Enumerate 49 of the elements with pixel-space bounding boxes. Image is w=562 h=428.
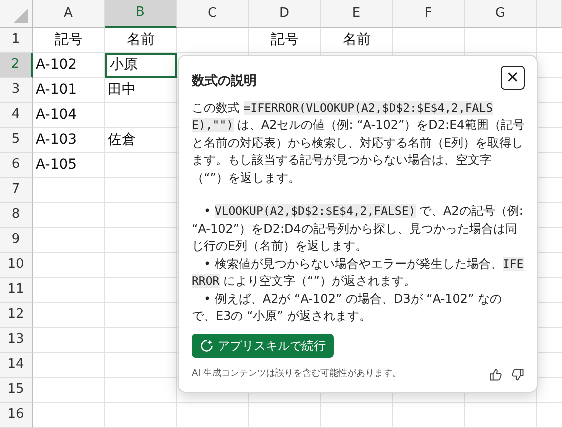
row-header[interactable]: 12 (0, 303, 33, 328)
thumbs-down-icon[interactable] (511, 368, 525, 382)
row-header[interactable]: 13 (0, 328, 33, 353)
table-cell-text: 名前 (126, 31, 156, 50)
column-header[interactable]: E (321, 0, 393, 28)
row-header[interactable]: 14 (0, 353, 33, 378)
table-cell-text: A-102 (35, 56, 78, 75)
table-cell-text: A-105 (35, 156, 78, 175)
select-all-corner[interactable] (0, 0, 33, 28)
paragraph: この数式 =IFERROR(VLOOKUP(A2,$D$2:$E$4,2,FALSE),"") は、A2セルの値（例: “A-102”）をD2:E4範囲（記号と名前の対応表）から検索し、対応する名前（E列）を取得します。もし該当する記号が見つからない場合は、空文字（“”）を返します。 (192, 100, 525, 186)
row-header[interactable]: 4 (0, 103, 33, 128)
column-header[interactable] (537, 0, 562, 28)
bullet-text: • 例えば、A2が “A-102” の場合、D3が “A-102” なので、E3の “小原” が返されます。 (192, 290, 504, 325)
disclaimer-text: AI 生成コンテンツは誤りを含む可能性があります。 (192, 368, 402, 381)
row-header[interactable]: 15 (0, 378, 33, 403)
close-button[interactable]: ✕ (501, 66, 525, 90)
bullet-text: • 検索値が見つからない場合やエラーが発生した場合、IFERROR により空文字（“”）が返されます。 (192, 256, 525, 290)
table-cell-text: 記号 (270, 31, 300, 50)
column-header[interactable]: G (465, 0, 537, 28)
continue-button[interactable]: アプリスキルで続行 (192, 334, 334, 358)
row-header[interactable]: 8 (0, 203, 33, 228)
row-header[interactable]: 9 (0, 228, 33, 253)
table-cell-text: A-104 (35, 106, 78, 125)
column-header[interactable]: C (177, 0, 249, 28)
row-header[interactable]: 11 (0, 278, 33, 303)
column-header[interactable]: D (249, 0, 321, 28)
row-header[interactable]: 7 (0, 178, 33, 203)
row-header[interactable]: 6 (0, 153, 33, 178)
column-header[interactable]: F (393, 0, 465, 28)
row-header[interactable]: 5 (0, 128, 33, 153)
table-cell-text: 田中 (107, 81, 137, 100)
sparkle-icon (200, 338, 214, 352)
triangle-icon[interactable] (14, 9, 28, 23)
thumbs-up-icon[interactable] (489, 368, 503, 382)
table-cell-text: A-103 (35, 131, 78, 150)
table-cell: 小原 (105, 53, 177, 78)
popup-title: 数式の説明 (192, 73, 257, 91)
column-header[interactable]: A (33, 0, 105, 28)
row-header[interactable]: 16 (0, 403, 33, 428)
column-header[interactable]: B (105, 0, 177, 28)
table-cell-text: 佐倉 (107, 131, 137, 150)
row-header[interactable]: 1 (0, 28, 33, 53)
bullet-text: • VLOOKUP(A2,$D$2:$E$4,2,FALSE) で、A2の記号（例: “A-102”）をD2:D4の記号列から探し、見つかった場合は同じ行のE列（名前）を返します。 (192, 203, 524, 255)
table-cell-text: A-101 (35, 81, 78, 100)
row-header[interactable]: 10 (0, 253, 33, 278)
table-cell-text: 記号 (54, 31, 84, 50)
row-header[interactable]: 3 (0, 78, 33, 103)
row-header[interactable]: 2 (0, 53, 33, 78)
table-cell-text: 名前 (342, 31, 372, 50)
